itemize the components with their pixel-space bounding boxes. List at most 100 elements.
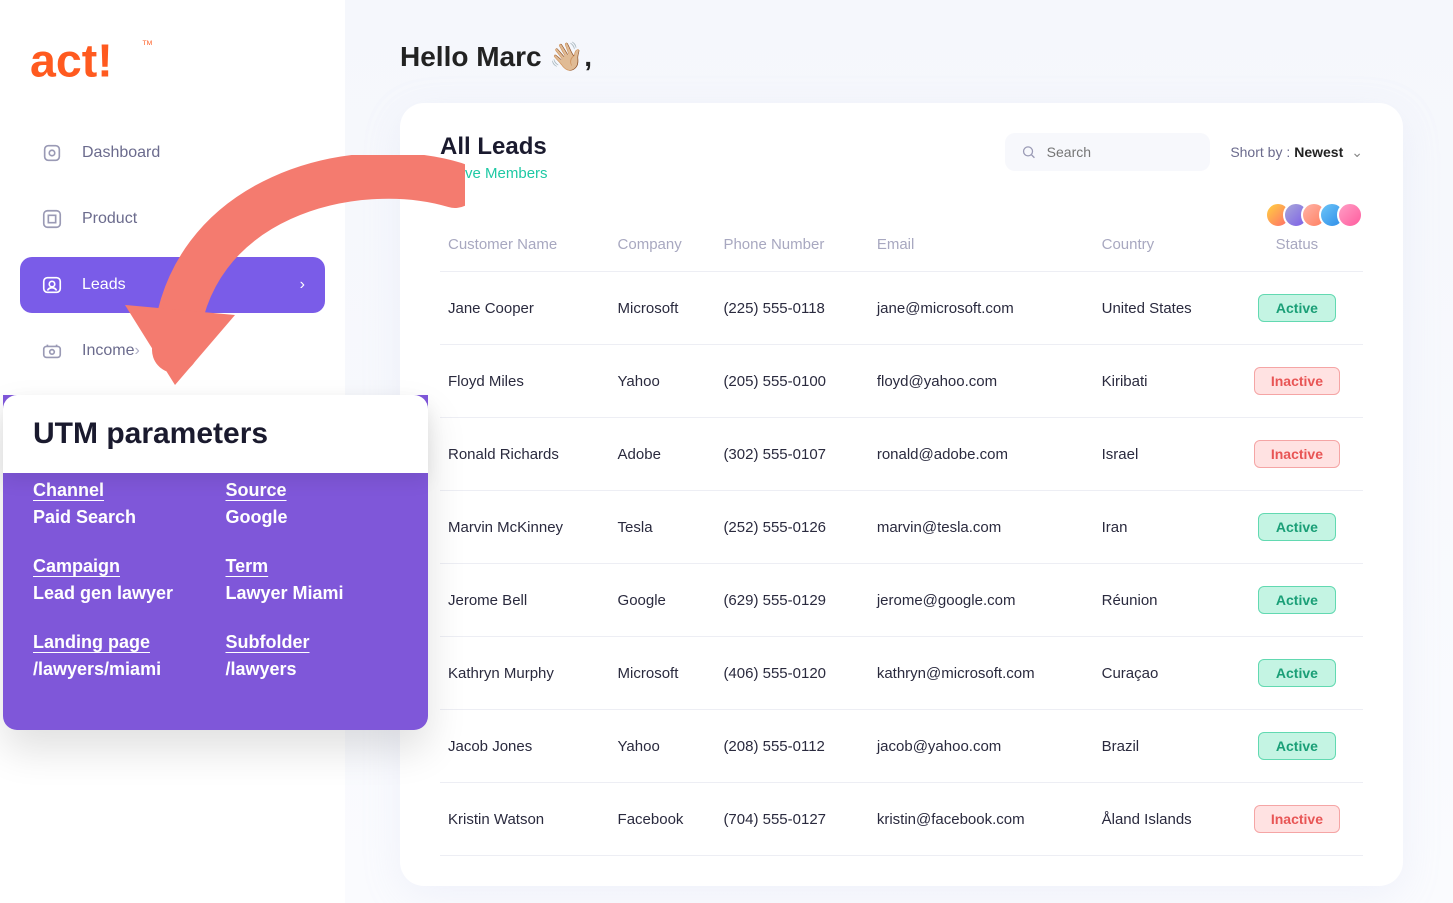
sidebar-item-dashboard[interactable]: Dashboard <box>20 125 325 181</box>
sidebar-item-income[interactable]: Income› <box>20 323 325 379</box>
table-row[interactable]: Kathryn MurphyMicrosoft(406) 555-0120kat… <box>440 637 1363 710</box>
cell-phone: (205) 555-0100 <box>715 345 868 418</box>
column-header: Phone Number <box>715 222 868 272</box>
cell-email: jacob@yahoo.com <box>869 710 1094 783</box>
sidebar-item-label: Dashboard <box>82 144 160 162</box>
column-header: Status <box>1231 222 1363 272</box>
cell-company: Adobe <box>610 418 716 491</box>
column-header: Company <box>610 222 716 272</box>
cell-status: Active <box>1231 272 1363 345</box>
column-header: Customer Name <box>440 222 610 272</box>
cell-name: Ronald Richards <box>440 418 610 491</box>
table-row[interactable]: Jerome BellGoogle(629) 555-0129jerome@go… <box>440 564 1363 637</box>
cell-company: Yahoo <box>610 710 716 783</box>
status-badge: Inactive <box>1254 440 1340 468</box>
product-icon <box>40 207 64 231</box>
cell-company: Facebook <box>610 783 716 856</box>
sidebar-item-label: Leads <box>82 276 126 294</box>
cell-country: United States <box>1094 272 1231 345</box>
cell-email: kathryn@microsoft.com <box>869 637 1094 710</box>
status-badge: Active <box>1258 294 1336 322</box>
chevron-down-icon: ⌄ <box>1351 144 1363 161</box>
cell-status: Inactive <box>1231 418 1363 491</box>
cell-country: Brazil <box>1094 710 1231 783</box>
leads-table: Customer NameCompanyPhone NumberEmailCou… <box>440 222 1363 856</box>
utm-label: Source <box>226 480 399 501</box>
utm-value: Paid Search <box>33 507 136 527</box>
cell-name: Jane Cooper <box>440 272 610 345</box>
cell-country: Curaçao <box>1094 637 1231 710</box>
cell-email: marvin@tesla.com <box>869 491 1094 564</box>
sidebar-item-label: Product <box>82 210 137 228</box>
utm-label: Term <box>226 556 399 577</box>
status-badge: Active <box>1258 513 1336 541</box>
sort-dropdown[interactable]: Short by : Newest ⌄ <box>1230 144 1363 161</box>
cell-country: Iran <box>1094 491 1231 564</box>
utm-label: Campaign <box>33 556 206 577</box>
cell-name: Jerome Bell <box>440 564 610 637</box>
cell-phone: (252) 555-0126 <box>715 491 868 564</box>
leads-card: All Leads Active Members Short by : Newe… <box>400 103 1403 886</box>
table-row[interactable]: Jane CooperMicrosoft(225) 555-0118jane@m… <box>440 272 1363 345</box>
utm-item: Campaign Lead gen lawyer <box>33 556 206 604</box>
utm-value: Lawyer Miami <box>226 583 344 603</box>
income-icon <box>40 339 64 363</box>
cell-company: Microsoft <box>610 637 716 710</box>
cell-phone: (208) 555-0112 <box>715 710 868 783</box>
cell-status: Active <box>1231 637 1363 710</box>
cell-status: Inactive <box>1231 783 1363 856</box>
cell-name: Floyd Miles <box>440 345 610 418</box>
cell-name: Marvin McKinney <box>440 491 610 564</box>
utm-value: Lead gen lawyer <box>33 583 173 603</box>
cell-country: Kiribati <box>1094 345 1231 418</box>
sidebar-item-leads[interactable]: Leads › <box>20 257 325 313</box>
table-row[interactable]: Jacob JonesYahoo(208) 555-0112jacob@yaho… <box>440 710 1363 783</box>
greeting: Hello Marc 👋🏼, <box>400 40 1403 73</box>
sidebar-item-label: Income <box>82 342 134 360</box>
cell-country: Åland Islands <box>1094 783 1231 856</box>
cell-status: Active <box>1231 564 1363 637</box>
status-badge: Active <box>1258 732 1336 760</box>
logo: act! TM <box>30 30 325 95</box>
utm-label: Landing page <box>33 632 206 653</box>
utm-item: Landing page/lawyers/miami <box>33 632 206 680</box>
cell-email: kristin@facebook.com <box>869 783 1094 856</box>
utm-label: Channel <box>33 480 206 501</box>
dashboard-icon <box>40 141 64 165</box>
cell-company: Yahoo <box>610 345 716 418</box>
cell-email: ronald@adobe.com <box>869 418 1094 491</box>
table-row[interactable]: Ronald RichardsAdobe(302) 555-0107ronald… <box>440 418 1363 491</box>
cell-country: Israel <box>1094 418 1231 491</box>
utm-value: /lawyers <box>226 659 297 679</box>
cell-status: Active <box>1231 710 1363 783</box>
chevron-right-icon: › <box>134 342 139 360</box>
column-header: Email <box>869 222 1094 272</box>
table-row[interactable]: Floyd MilesYahoo(205) 555-0100floyd@yaho… <box>440 345 1363 418</box>
cell-company: Google <box>610 564 716 637</box>
sidebar-item-product[interactable]: Product <box>20 191 325 247</box>
chevron-right-icon: › <box>300 276 305 294</box>
cell-company: Microsoft <box>610 272 716 345</box>
search-box[interactable] <box>1005 133 1210 171</box>
status-badge: Inactive <box>1254 805 1340 833</box>
utm-label: Subfolder <box>226 632 399 653</box>
sort-value: Newest <box>1294 144 1343 160</box>
cell-phone: (302) 555-0107 <box>715 418 868 491</box>
leads-icon <box>40 273 64 297</box>
table-row[interactable]: Marvin McKinneyTesla(252) 555-0126marvin… <box>440 491 1363 564</box>
search-icon <box>1021 143 1036 161</box>
cell-phone: (704) 555-0127 <box>715 783 868 856</box>
cell-country: Réunion <box>1094 564 1231 637</box>
status-badge: Active <box>1258 659 1336 687</box>
utm-heading: UTM parameters <box>33 417 398 451</box>
cell-phone: (629) 555-0129 <box>715 564 868 637</box>
utm-value: /lawyers/miami <box>33 659 161 679</box>
svg-text:TM: TM <box>143 40 153 47</box>
search-input[interactable] <box>1047 144 1195 160</box>
table-row[interactable]: Kristin WatsonFacebook(704) 555-0127kris… <box>440 783 1363 856</box>
svg-text:act!: act! <box>30 35 113 87</box>
main: Hello Marc 👋🏼, All Leads Active Members … <box>345 0 1453 903</box>
cell-status: Inactive <box>1231 345 1363 418</box>
sort-label: Short by : <box>1230 144 1290 160</box>
utm-item: Channel Paid Search <box>33 480 206 528</box>
